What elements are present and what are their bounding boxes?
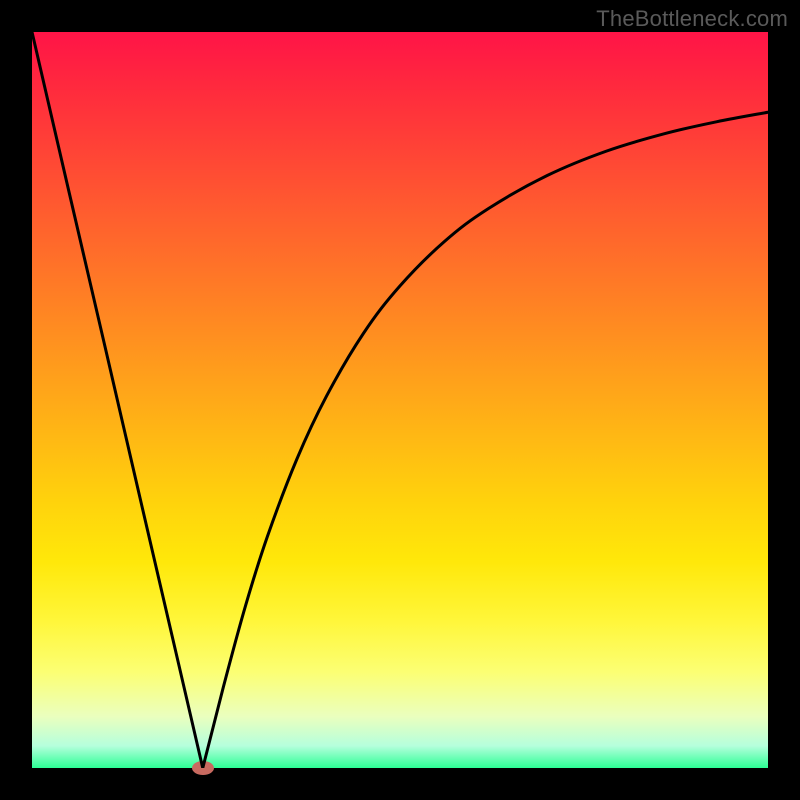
plot-area	[32, 32, 768, 768]
chart-frame: TheBottleneck.com	[0, 0, 800, 800]
watermark-text: TheBottleneck.com	[596, 6, 788, 32]
bottleneck-curve	[32, 32, 768, 768]
minimum-marker	[192, 761, 214, 775]
